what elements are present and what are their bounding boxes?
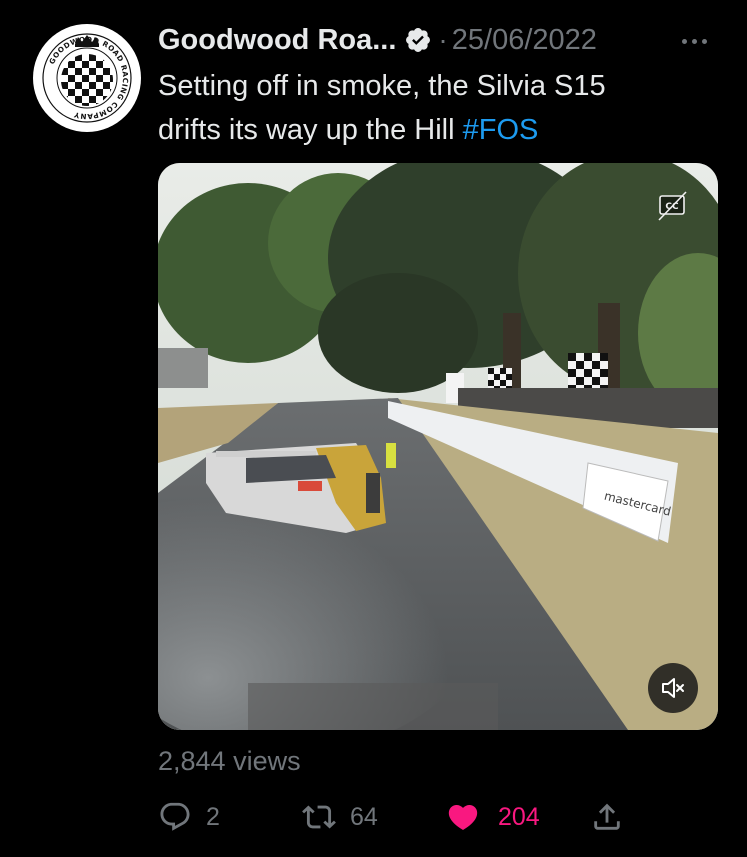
author-name[interactable]: Goodwood Roa... [158,24,396,57]
view-count: 2,844 views [158,746,301,776]
separator-dot: · [438,24,448,55]
retweet-button[interactable]: 64 [302,795,378,839]
verified-badge-icon [404,26,432,54]
closed-captions-icon[interactable]: CC [656,189,690,223]
tweet-header: Goodwood Roa... · 25/06/2022 [158,22,597,58]
tweet-text-line-1: Setting off in smoke, the Silvia S15 [158,70,606,102]
video-frame: mastercard [158,163,718,730]
like-count: 204 [498,802,540,831]
reply-button[interactable]: 2 [158,795,220,839]
tweet-date[interactable]: 25/06/2022 [452,24,597,57]
reply-count: 2 [206,802,220,831]
reply-icon [160,802,190,831]
retweet-count: 64 [350,802,378,831]
tweet-text-line-2-body: drifts its way up the Hill [158,114,463,146]
avatar[interactable]: GOODWOOD ROAD RACING COMPANY [33,24,141,132]
share-icon [594,803,620,830]
tweet-text-line-2: drifts its way up the Hill #FOS [158,108,718,152]
like-button[interactable]: 204 [446,795,540,839]
mute-button[interactable] [648,663,698,713]
more-options-icon[interactable] [682,36,716,46]
tweet-text: Setting off in smoke, the Silvia S15 dri… [158,64,718,152]
goodwood-logo: GOODWOOD ROAD RACING COMPANY [42,33,132,123]
hashtag-link[interactable]: #FOS [463,114,539,146]
share-button[interactable] [590,795,624,839]
tweet-actions: 2 64 204 [0,795,747,839]
video-player[interactable]: mastercard CC [158,163,718,730]
retweet-icon [302,805,336,829]
speaker-muted-icon [662,678,684,698]
heart-filled-icon [448,804,478,830]
